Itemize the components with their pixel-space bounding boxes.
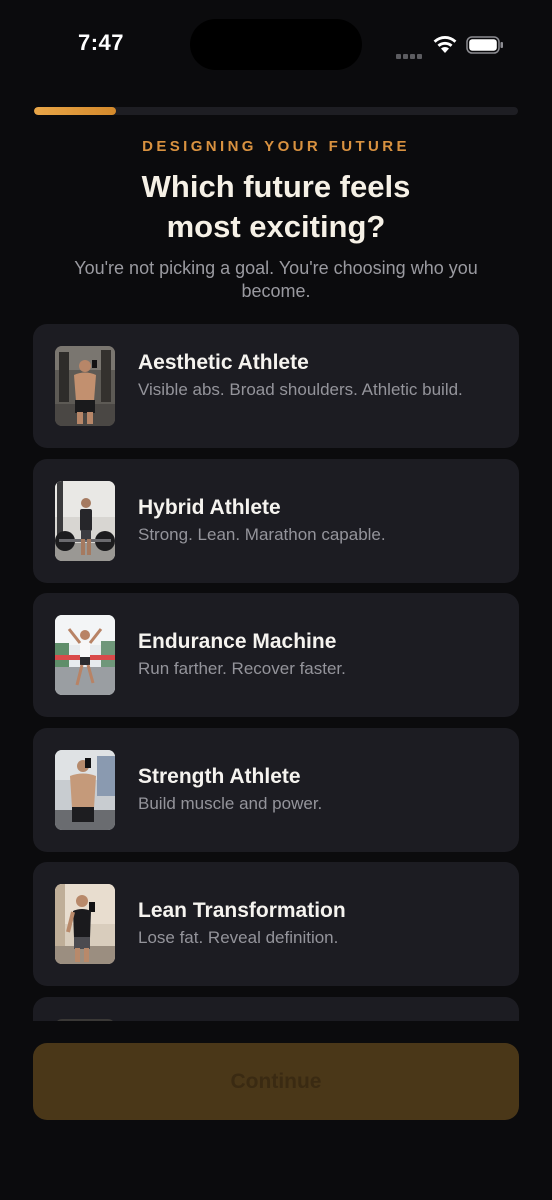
progress-fill: [34, 107, 117, 115]
onboarding-progress-bar: [34, 107, 518, 115]
step-eyebrow: DESIGNING YOUR FUTURE: [142, 138, 410, 155]
cellular-signal-icon: [396, 46, 424, 64]
shirtless-mirror-selfie-photo-icon: [55, 750, 115, 830]
status-bar: 7:47: [0, 0, 552, 90]
option-title: Endurance Machine: [138, 630, 337, 653]
option-title: Hybrid Athlete: [138, 496, 281, 519]
wifi-icon: [433, 36, 457, 53]
gym-barbell-photo-icon: [55, 481, 115, 561]
shirtless-gym-mirror-photo-icon: [55, 346, 115, 426]
option-title: Aesthetic Athlete: [138, 351, 309, 374]
status-icons: [396, 32, 506, 59]
option-card-aesthetic-athlete[interactable]: Aesthetic Athlete Visible abs. Broad sho…: [33, 324, 519, 448]
status-time: 7:47: [78, 30, 125, 55]
option-card-strength-athlete[interactable]: Strength Athlete Build muscle and power.: [33, 728, 519, 852]
option-card-lean-transformation[interactable]: Lean Transformation Lose fat. Reveal def…: [33, 862, 519, 986]
option-description: Lose fat. Reveal definition.: [138, 928, 339, 947]
page-title: Which future feels most exciting?: [141, 169, 411, 244]
tank-top-mirror-selfie-photo-icon: [55, 884, 115, 964]
option-card-endurance-machine[interactable]: Endurance Machine Run farther. Recover f…: [33, 593, 519, 717]
option-description: Visible abs. Broad shoulders. Athletic b…: [138, 380, 463, 399]
dynamic-island: [190, 19, 362, 70]
option-card-hybrid-athlete[interactable]: Hybrid Athlete Strong. Lean. Marathon ca…: [33, 459, 519, 583]
battery-icon: [466, 36, 503, 54]
continue-button[interactable]: Continue: [33, 1043, 519, 1120]
future-options-list[interactable]: Aesthetic Athlete Visible abs. Broad sho…: [0, 324, 552, 1021]
runner-finish-line-photo-icon: [55, 615, 115, 695]
page-subtitle: You're not picking a goal. You're choosi…: [74, 258, 478, 301]
option-title: Strength Athlete: [138, 765, 301, 788]
option-card-partial[interactable]: [33, 997, 519, 1021]
option-description: Build muscle and power.: [138, 794, 323, 813]
option-description: Strong. Lean. Marathon capable.: [138, 525, 386, 544]
option-title: Lean Transformation: [138, 899, 346, 922]
option-description: Run farther. Recover faster.: [138, 659, 346, 678]
